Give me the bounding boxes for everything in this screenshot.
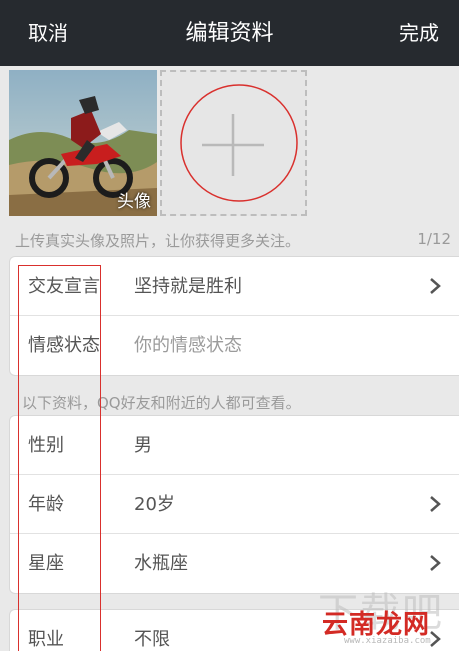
- row-value: 不限: [134, 629, 170, 650]
- row-value: 20岁: [134, 494, 175, 515]
- photo-count: 1/12: [417, 230, 451, 248]
- row-value: 坚持就是胜利: [134, 276, 242, 297]
- row-relationship-status[interactable]: 情感状态 你的情感状态: [10, 316, 459, 375]
- chevron-right-icon: [430, 496, 441, 512]
- row-age[interactable]: 年龄 20岁: [10, 475, 459, 534]
- row-gender[interactable]: 性别 男: [10, 416, 459, 475]
- chevron-right-icon: [430, 555, 441, 571]
- row-value: 男: [134, 435, 152, 456]
- profile-group: 交友宣言 坚持就是胜利 情感状态 你的情感状态: [9, 256, 459, 376]
- done-button[interactable]: 完成: [399, 0, 439, 66]
- row-value: 水瓶座: [134, 553, 188, 574]
- row-label: 交友宣言: [28, 276, 100, 297]
- avatar-label: 头像: [117, 192, 151, 212]
- watermark-url: www.xiazaiba.com: [344, 636, 431, 646]
- row-label: 情感状态: [28, 335, 100, 356]
- page-title: 编辑资料: [185, 21, 274, 46]
- row-value-placeholder: 你的情感状态: [134, 335, 242, 356]
- photo-hint: 上传真实头像及照片，让你获得更多关注。: [15, 232, 301, 250]
- chevron-right-icon: [430, 278, 441, 294]
- info-group: 性别 男 年龄 20岁 星座 水瓶座: [9, 415, 459, 594]
- watermark: 云南龙网 www.xiazaiba.com: [322, 604, 452, 646]
- top-bar: 取消 编辑资料 完成: [0, 0, 459, 66]
- avatar-photo[interactable]: 头像: [9, 70, 157, 216]
- row-label: 职业: [28, 629, 64, 650]
- visibility-note: 以下资料，QQ好友和附近的人都可查看。: [22, 394, 301, 412]
- row-label: 性别: [28, 435, 64, 456]
- annotation-circle: [180, 84, 298, 202]
- plus-icon: [202, 114, 264, 176]
- row-label: 星座: [28, 553, 64, 574]
- row-motto[interactable]: 交友宣言 坚持就是胜利: [10, 257, 459, 316]
- add-photo-button[interactable]: [160, 70, 307, 216]
- photo-hint-row: 上传真实头像及照片，让你获得更多关注。 1/12: [0, 226, 459, 254]
- photo-area: 头像 上传真实头像及照片，让你获得更多关注。 1/12: [0, 66, 459, 250]
- row-label: 年龄: [28, 494, 64, 515]
